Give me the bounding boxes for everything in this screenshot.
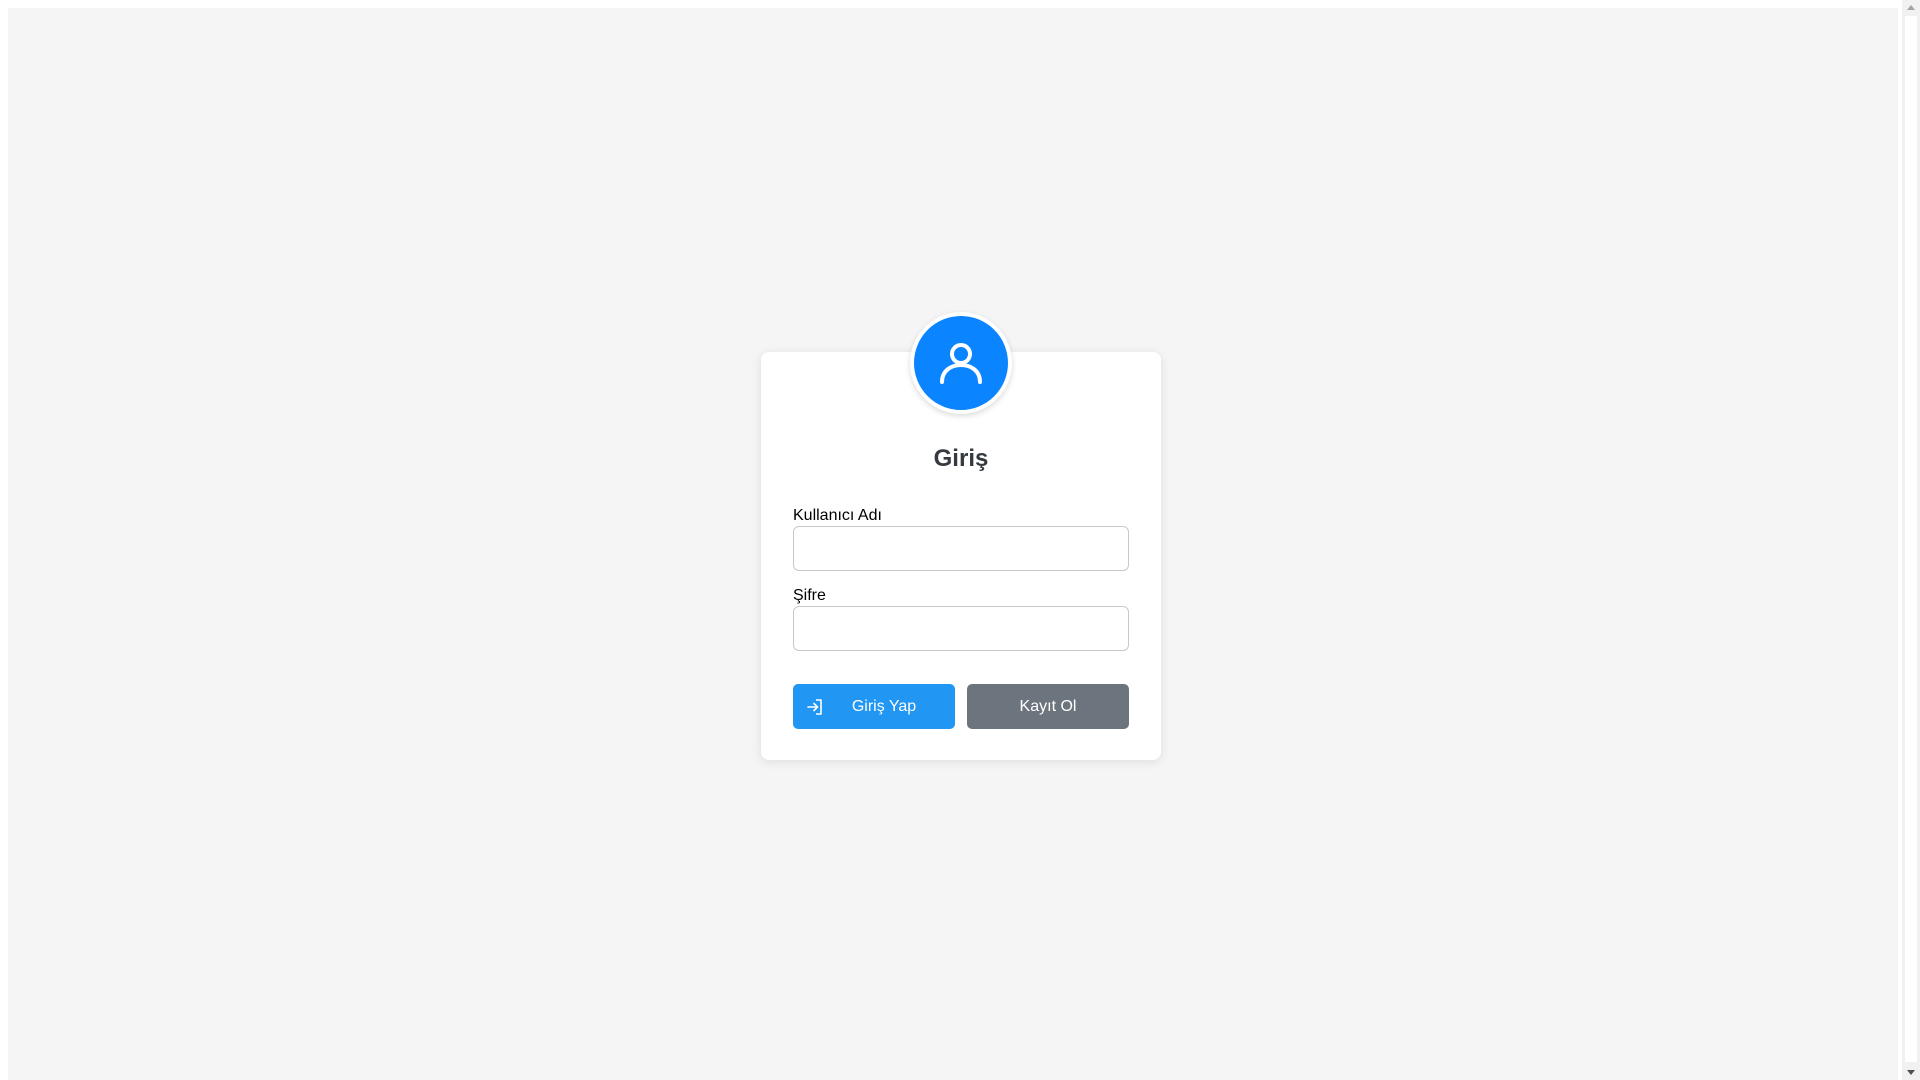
avatar <box>910 312 1012 414</box>
vertical-scrollbar[interactable] <box>1902 0 1920 1080</box>
scroll-down-arrow-icon[interactable] <box>1907 1070 1915 1075</box>
username-input[interactable] <box>793 526 1129 571</box>
scroll-up-arrow-icon[interactable] <box>1907 5 1915 10</box>
login-button[interactable]: Giriş Yap <box>793 684 955 729</box>
password-label: Şifre <box>793 587 826 604</box>
scroll-thumb[interactable] <box>1905 16 1917 1062</box>
register-button-label: Kayıt Ol <box>1019 697 1077 715</box>
sign-in-icon <box>807 699 822 715</box>
register-button[interactable]: Kayıt Ol <box>967 684 1129 729</box>
login-card: Giriş Kullanıcı Adı Şifre Giriş Yap Kayı… <box>761 312 1161 760</box>
password-input[interactable] <box>793 606 1129 651</box>
login-button-label: Giriş Yap <box>851 697 917 715</box>
user-icon <box>940 343 982 384</box>
page-background: Giriş Kullanıcı Adı Şifre Giriş Yap Kayı… <box>8 8 1898 1080</box>
username-label: Kullanıcı Adı <box>793 507 882 524</box>
page-title: Giriş <box>933 445 989 472</box>
